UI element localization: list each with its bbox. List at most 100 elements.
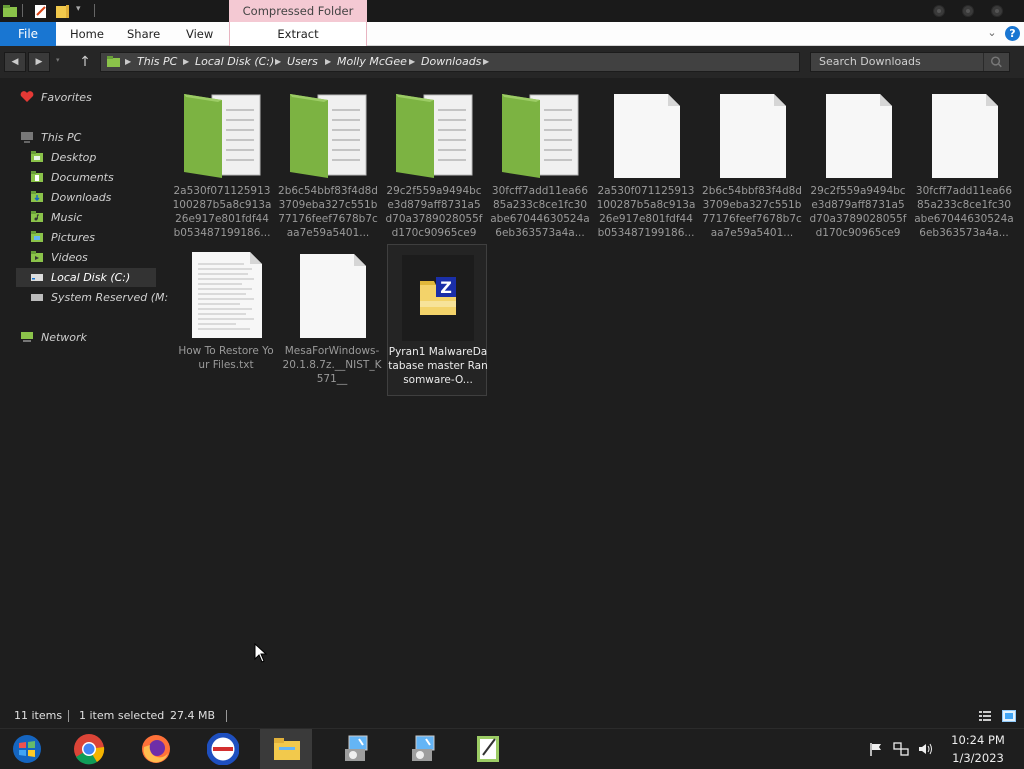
tab-view[interactable]: View xyxy=(186,22,213,46)
explorer-app-icon xyxy=(3,5,17,17)
new-folder-icon[interactable] xyxy=(55,3,71,19)
contextual-tab-header: Compressed Folder Tools xyxy=(229,0,367,40)
installer-icon xyxy=(412,735,435,761)
desktop-icon xyxy=(31,151,43,162)
sidebar-item-desktop[interactable]: Desktop xyxy=(28,148,178,167)
taskbar-notepad[interactable] xyxy=(462,729,514,769)
sidebar-item-label: Downloads xyxy=(51,191,112,204)
file-name: MesaForWindows-20.1.8.7z.__NIST_K571__ xyxy=(282,345,382,385)
folder-icon xyxy=(107,56,120,67)
clock-date[interactable]: 1/3/2023 xyxy=(940,751,1016,765)
tab-file[interactable]: File xyxy=(0,22,56,46)
blank-file-icon xyxy=(614,94,680,178)
taskbar-installer-1[interactable] xyxy=(330,729,382,769)
file-name: 2a530f071125913100287b5a8c913a26e917e801… xyxy=(596,185,696,239)
file-item[interactable]: 2b6c54bbf83f4d8d3709eba327c551b77176feef… xyxy=(702,84,802,239)
firefox-icon xyxy=(142,735,170,763)
sidebar-item-system-reserved[interactable]: System Reserved (M: xyxy=(28,288,178,307)
taskbar-chrome[interactable] xyxy=(62,729,114,769)
blank-file-icon xyxy=(826,94,892,178)
sidebar-item-label: This PC xyxy=(41,131,82,144)
sidebar-item-music[interactable]: Music xyxy=(28,208,178,227)
minimize-button[interactable] xyxy=(933,5,945,17)
taskbar-firefox[interactable] xyxy=(129,729,181,769)
action-center-flag-icon[interactable] xyxy=(868,741,884,757)
file-name: How To Restore Your Files.txt xyxy=(178,345,274,371)
file-item[interactable]: 2a530f071125913100287b5a8c913a26e917e801… xyxy=(596,84,696,239)
start-icon xyxy=(13,735,41,763)
breadcrumb-downloads[interactable]: Downloads xyxy=(421,53,481,71)
opera-icon xyxy=(207,733,239,765)
svg-text:Z: Z xyxy=(440,278,452,297)
breadcrumb-users[interactable]: Users xyxy=(287,53,318,71)
documents-icon xyxy=(31,171,43,182)
search-icon[interactable] xyxy=(983,53,1009,71)
music-icon xyxy=(31,211,43,222)
sidebar-item-pictures[interactable]: Pictures xyxy=(28,228,178,247)
heart-icon xyxy=(20,91,34,102)
sidebar-item-this-pc[interactable]: This PC xyxy=(18,128,168,147)
maximize-button[interactable] xyxy=(962,5,974,17)
start-button[interactable] xyxy=(0,729,52,769)
ribbon-tabs: File Home Share View Extract ⌄ ? xyxy=(0,22,1024,46)
sidebar-item-label: Desktop xyxy=(51,151,97,164)
breadcrumb-this-pc[interactable]: This PC xyxy=(137,53,177,71)
search-input[interactable]: Search Downloads xyxy=(810,52,1010,72)
zip-folder-icon xyxy=(290,94,367,178)
separator xyxy=(22,4,23,17)
file-item[interactable]: 2b6c54bbf83f4d8d3709eba327c551b77176feef… xyxy=(278,84,378,239)
sidebar-item-local-disk[interactable]: Local Disk (C:) xyxy=(16,268,156,287)
tab-extract[interactable]: Extract xyxy=(229,22,367,46)
sidebar-item-downloads[interactable]: Downloads xyxy=(28,188,178,207)
breadcrumb-local-disk[interactable]: Local Disk (C:) xyxy=(195,53,274,71)
file-item[interactable]: 2a530f071125913100287b5a8c913a26e917e801… xyxy=(172,84,272,239)
expand-ribbon-icon[interactable]: ⌄ xyxy=(985,26,999,40)
breadcrumb-user[interactable]: Molly McGee xyxy=(337,53,407,71)
mouse-cursor-icon xyxy=(254,643,268,663)
drive-icon xyxy=(31,294,43,301)
tab-home[interactable]: Home xyxy=(70,22,104,46)
file-item[interactable]: 29c2f559a9494bce3d879aff8731a5d70a378902… xyxy=(808,84,908,239)
sidebar-item-label: Favorites xyxy=(41,91,92,104)
taskbar-file-explorer[interactable] xyxy=(260,729,312,769)
taskbar-opera[interactable] xyxy=(196,729,248,769)
details-view-icon[interactable] xyxy=(978,710,992,722)
sidebar-item-network[interactable]: Network xyxy=(18,328,168,347)
volume-icon[interactable] xyxy=(917,741,933,757)
sidebar-item-documents[interactable]: Documents xyxy=(28,168,178,187)
chevron-right-icon: ▶ xyxy=(275,57,282,66)
sidebar-item-label: Network xyxy=(41,331,87,344)
file-name: 30fcff7add11ea6685a233c8ce1fc30abe670446… xyxy=(914,185,1014,239)
forward-button[interactable]: ▶ xyxy=(28,52,50,72)
7z-archive-icon: Z xyxy=(402,255,474,341)
customize-quick-access-icon[interactable]: ▾ xyxy=(76,4,81,14)
address-bar[interactable]: ▶ This PC ▶ Local Disk (C:) ▶ Users ▶ Mo… xyxy=(100,52,892,72)
help-icon[interactable]: ? xyxy=(1005,26,1020,41)
file-explorer-icon xyxy=(274,738,300,760)
close-button[interactable] xyxy=(991,5,1003,17)
file-name: 2b6c54bbf83f4d8d3709eba327c551b77176feef… xyxy=(278,185,378,239)
clock-time[interactable]: 10:24 PM xyxy=(940,733,1016,747)
file-item[interactable]: How To Restore Your Files.txt xyxy=(176,244,276,396)
file-name: 2a530f071125913100287b5a8c913a26e917e801… xyxy=(172,185,272,239)
search-placeholder: Search Downloads xyxy=(819,55,921,68)
selection-size: 27.4 MB xyxy=(170,709,216,722)
chevron-right-icon: ▶ xyxy=(409,57,416,66)
file-item[interactable]: 29c2f559a9494bce3d879aff8731a5d70a378902… xyxy=(384,84,484,239)
up-one-level-icon[interactable]: ↑ xyxy=(78,53,92,71)
file-item[interactable]: MesaForWindows-20.1.8.7z.__NIST_K571__ xyxy=(282,244,382,396)
sidebar-item-videos[interactable]: Videos xyxy=(28,248,178,267)
recent-locations-icon[interactable]: ▾ xyxy=(56,56,60,64)
properties-icon[interactable] xyxy=(33,3,49,19)
file-item[interactable]: 30fcff7add11ea6685a233c8ce1fc30abe670446… xyxy=(914,84,1014,239)
blank-file-icon xyxy=(720,94,786,178)
file-item-selected[interactable]: Z Pyran1 MalwareDatabase master Ransomwa… xyxy=(387,244,488,396)
notepad-icon xyxy=(477,736,499,762)
tab-share[interactable]: Share xyxy=(127,22,160,46)
back-button[interactable]: ◀ xyxy=(4,52,26,72)
taskbar-installer-2[interactable] xyxy=(397,729,449,769)
sidebar-item-favorites[interactable]: Favorites xyxy=(18,88,168,107)
large-icons-view-icon[interactable] xyxy=(1002,710,1016,722)
network-status-icon[interactable] xyxy=(893,741,909,757)
file-item[interactable]: 30fcff7add11ea6685a233c8ce1fc30abe670446… xyxy=(490,84,590,239)
